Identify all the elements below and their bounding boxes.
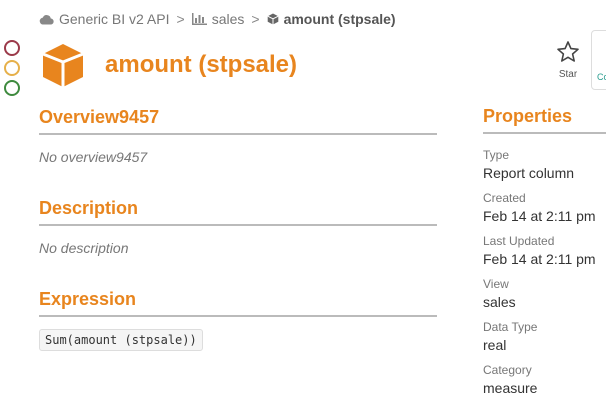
expression-heading: Expression [39, 289, 437, 317]
breadcrumb: Generic BI v2 API > sales > amount (stps… [39, 10, 396, 28]
star-button[interactable]: Star [551, 40, 585, 80]
property-value: sales [483, 294, 516, 310]
status-circle-yellow[interactable] [4, 60, 20, 76]
description-text: No description [39, 240, 129, 256]
bar-chart-icon [191, 13, 207, 25]
property-category: Category measure [483, 363, 606, 398]
breadcrumb-separator: > [251, 11, 260, 27]
properties-panel: Properties Type Report column Created Fe… [483, 106, 606, 406]
expression-section: Expression Sum(amount (stpsale)) [39, 289, 437, 351]
property-key: Created [483, 191, 526, 205]
cube-icon [267, 13, 279, 25]
property-type: Type Report column [483, 148, 606, 183]
status-circle-red[interactable] [4, 40, 20, 56]
property-value: Feb 14 at 2:11 pm [483, 208, 596, 224]
star-label: Star [558, 69, 578, 80]
property-created: Created Feb 14 at 2:11 pm [483, 191, 606, 226]
breadcrumb-current-label: amount (stpsale) [283, 11, 396, 27]
property-last-updated: Last Updated Feb 14 at 2:11 pm [483, 234, 606, 269]
side-panel-edge[interactable]: Co [591, 30, 606, 90]
property-key: Data Type [483, 320, 538, 334]
property-key: Type [483, 148, 510, 162]
breadcrumb-view[interactable]: sales [191, 11, 245, 27]
overview-section: Overview9457 No overview9457 [39, 107, 437, 165]
breadcrumb-separator: > [176, 11, 185, 27]
property-value: Report column [483, 165, 575, 181]
overview-heading: Overview9457 [39, 107, 437, 135]
cloud-icon [39, 14, 54, 25]
expression-code: Sum(amount (stpsale)) [39, 329, 203, 351]
property-value: measure [483, 380, 538, 396]
breadcrumb-api[interactable]: Generic BI v2 API [39, 11, 170, 27]
property-key: View [483, 277, 509, 291]
title-row: amount (stpsale) [39, 41, 297, 89]
description-heading: Description [39, 198, 437, 226]
property-data-type: Data Type real [483, 320, 606, 355]
page-title: amount (stpsale) [105, 51, 298, 78]
property-value: Feb 14 at 2:11 pm [483, 251, 596, 267]
star-icon [557, 41, 579, 62]
breadcrumb-view-label[interactable]: sales [212, 11, 245, 27]
property-view: View sales [483, 277, 606, 312]
breadcrumb-api-label[interactable]: Generic BI v2 API [59, 11, 170, 27]
property-value: real [483, 337, 507, 353]
overview-text: No overview9457 [39, 149, 148, 165]
property-key: Category [483, 363, 532, 377]
properties-heading: Properties [483, 106, 606, 134]
description-section: Description No description [39, 198, 437, 256]
property-key: Last Updated [483, 234, 555, 248]
status-circle-green[interactable] [4, 80, 20, 96]
side-panel-label: Co [597, 72, 606, 82]
status-circles [4, 40, 20, 100]
cube-icon [42, 44, 84, 87]
breadcrumb-current: amount (stpsale) [267, 11, 396, 27]
